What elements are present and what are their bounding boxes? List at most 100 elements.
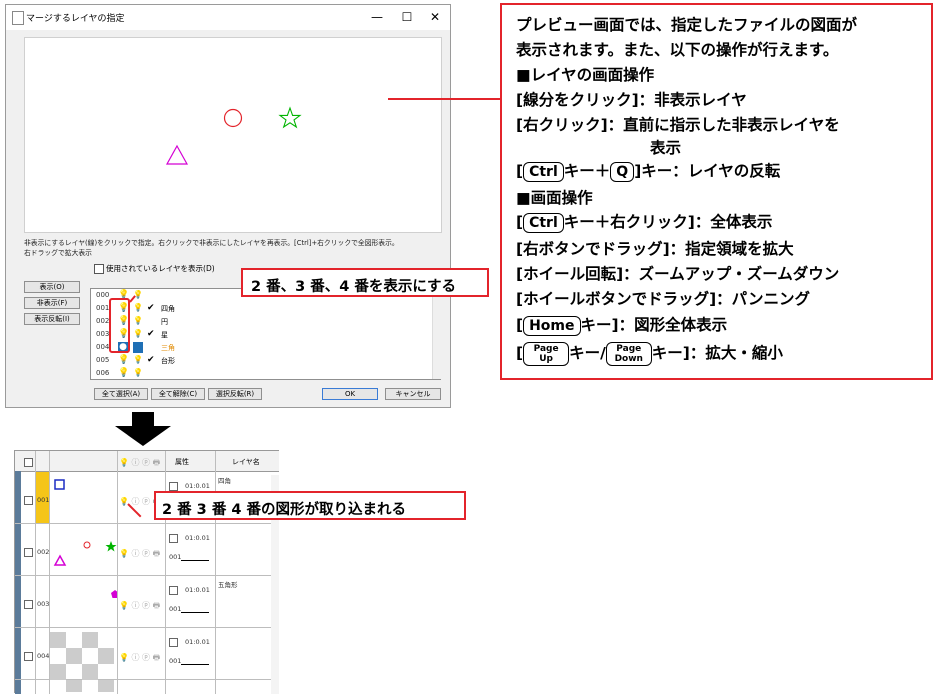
- title-bar: マージするレイヤの指定 — ☐ ✕: [6, 5, 450, 30]
- info-line-8: [Ctrl キー＋右クリック]：全体表示: [516, 213, 773, 233]
- row-checkbox[interactable]: [24, 496, 33, 505]
- info-line-7: ■画面操作: [516, 189, 593, 207]
- help-text-2: 右ドラッグで拡大表示: [24, 249, 92, 257]
- bulb-icon[interactable]: 💡: [118, 368, 129, 378]
- layer-row[interactable]: 003 💡 💡 ✔ 星: [91, 328, 431, 341]
- down-arrow-shaft: [132, 412, 154, 426]
- attribute-checkbox[interactable]: [169, 482, 178, 491]
- attribute-checkbox[interactable]: [169, 534, 178, 543]
- row-checkbox[interactable]: [24, 652, 33, 661]
- page-up-key: Page Up: [523, 341, 570, 366]
- q-key: Q: [610, 162, 635, 182]
- home-key: Home: [523, 316, 581, 336]
- attribute-sub: 001: [169, 657, 182, 665]
- deselect-all-button[interactable]: 全て解除(C): [151, 388, 205, 400]
- app-icon: [12, 11, 24, 25]
- preview-canvas[interactable]: [24, 37, 442, 233]
- bulb-icon[interactable]: 💡: [118, 355, 129, 365]
- layer-row[interactable]: 002 💡 💡 円: [91, 315, 431, 328]
- checker-thumb: [50, 632, 114, 692]
- page-down-key: Page Down: [605, 341, 652, 366]
- hide-button[interactable]: 非表示(F): [24, 297, 80, 309]
- bulb-off-icon[interactable]: 💡: [133, 355, 143, 365]
- preview-drawing: [165, 106, 302, 165]
- layer-row[interactable]: 005 💡 💡 ✔ 台形: [91, 354, 431, 367]
- used-only-label: 使用されているレイヤを表示(D): [106, 264, 215, 273]
- info-line-6: [Ctrl キー＋ Q]キー：レイヤの反転: [516, 162, 781, 182]
- row-checkbox[interactable]: [24, 548, 33, 557]
- row-marker-strip: [15, 471, 21, 694]
- attribute-sub: 001: [169, 553, 182, 561]
- show-button[interactable]: 表示(O): [24, 281, 80, 293]
- row-number: 004: [37, 652, 50, 660]
- info-box: プレビュー画面では、指定したファイルの図面が 表示されます。また、以下の操作が行…: [500, 3, 933, 380]
- info-line-3: ■レイヤの画面操作: [516, 66, 655, 84]
- header-attribute: 属性: [175, 458, 189, 466]
- callout-show-layers-text: 2 番、3 番、4 番を表示にする: [251, 279, 457, 295]
- layer-table: 💡 ⓘ ⓟ 🖶 属性 レイヤ名 001 💡 ⓘ ⓟ 🖶 01:0.01 001 四角 00…: [14, 450, 279, 694]
- layer-name: 台形: [161, 357, 175, 365]
- attribute-time: 01:0.01: [185, 482, 210, 490]
- layer-list[interactable]: 000 💡 💡 001 💡 💡 ✔ 四角 002 💡 💡 円 003 💡 💡 ✔ 星 004 ● 三角 005 💡 💡 ✔ 台形…: [90, 288, 441, 380]
- layer-list-scrollbar[interactable]: [432, 289, 441, 379]
- layer-number: 002: [96, 317, 110, 325]
- layer-number: 001: [96, 304, 110, 312]
- attribute-time: 01:0.01: [185, 586, 210, 594]
- circle-thumb: [83, 541, 91, 549]
- header-checkbox[interactable]: [24, 458, 33, 467]
- layer-name: 四角: [161, 305, 175, 313]
- attribute-time: 01:0.01: [185, 638, 210, 646]
- pentagon-thumb: [111, 590, 117, 598]
- layer-number: 003: [96, 330, 110, 338]
- info-line-1: プレビュー画面では、指定したファイルの図面が: [516, 16, 858, 34]
- row-checkbox[interactable]: [24, 600, 33, 609]
- info-line-10: [ホイール回転]：ズームアップ・ズームダウン: [516, 265, 840, 283]
- layer-name: 星: [161, 331, 168, 339]
- info-line-4: [線分をクリック]：非表示レイヤ: [516, 91, 747, 109]
- layer-row[interactable]: 001 💡 💡 ✔ 四角: [91, 302, 431, 315]
- callout-imported-text: 2 番 3 番 4 番の図形が取り込まれる: [162, 502, 407, 518]
- callout-imported: 2 番 3 番 4 番の図形が取り込まれる: [154, 491, 466, 520]
- ctrl-key: Ctrl: [523, 162, 564, 182]
- square-thumb: [54, 479, 65, 490]
- info-line-13: [Page Up キー/Page Down キー]：拡大・縮小: [516, 341, 783, 366]
- row-number: 003: [37, 600, 50, 608]
- row-icons: 💡 ⓘ ⓟ 🖶: [119, 549, 161, 558]
- dialog-title: マージするレイヤの指定: [26, 14, 125, 24]
- checkmark-icon: ✔: [147, 303, 155, 313]
- cancel-button[interactable]: キャンセル: [385, 388, 441, 400]
- star-shape: [278, 106, 302, 129]
- bulb-off-icon[interactable]: 💡: [133, 303, 143, 313]
- row-number: 001: [37, 496, 50, 504]
- invert-display-button[interactable]: 表示反転(I): [24, 313, 80, 325]
- callout-show-layers: 2 番、3 番、4 番を表示にする: [241, 268, 489, 297]
- header-icons: 💡 ⓘ ⓟ 🖶: [119, 458, 161, 467]
- invert-selection-button[interactable]: 選択反転(R): [208, 388, 262, 400]
- ok-button[interactable]: OK: [322, 388, 378, 400]
- layer-row[interactable]: 006 💡 💡: [91, 367, 431, 379]
- info-connector: [388, 98, 500, 100]
- header-layer-name: レイヤ名: [232, 458, 260, 466]
- triangle-shape: [165, 144, 189, 165]
- close-button[interactable]: ✕: [420, 8, 450, 26]
- star-thumb: [105, 541, 117, 552]
- row-icons: 💡 ⓘ ⓟ 🖶: [119, 653, 161, 662]
- checkmark-icon: ✔: [147, 329, 155, 339]
- info-line-5: [右クリック]：直前に指示した非表示レイヤを: [516, 116, 840, 134]
- bulb-off-icon[interactable]: 💡: [133, 316, 143, 326]
- minimize-button[interactable]: —: [362, 8, 392, 26]
- maximize-button[interactable]: ☐: [392, 8, 422, 26]
- attribute-checkbox[interactable]: [169, 638, 178, 647]
- merge-layer-dialog: マージするレイヤの指定 — ☐ ✕ 非表示にするレイヤ(線)をクリックで指定。右…: [5, 4, 451, 408]
- info-line-11: [ホイールボタンでドラッグ]：パンニング: [516, 290, 810, 308]
- layer-row[interactable]: 004 ● 三角: [91, 341, 431, 354]
- used-only-checkbox[interactable]: [94, 264, 104, 274]
- bulb-off-icon[interactable]: [133, 342, 143, 353]
- attribute-checkbox[interactable]: [169, 586, 178, 595]
- row-thumbnails: [50, 479, 117, 692]
- bulb-off-icon[interactable]: 💡: [133, 329, 143, 339]
- select-all-button[interactable]: 全て選択(A): [94, 388, 148, 400]
- bulb-off-icon[interactable]: 💡: [133, 368, 143, 378]
- row-icons: 💡 ⓘ ⓟ 🖶: [119, 601, 161, 610]
- attribute-sub: 001: [169, 605, 182, 613]
